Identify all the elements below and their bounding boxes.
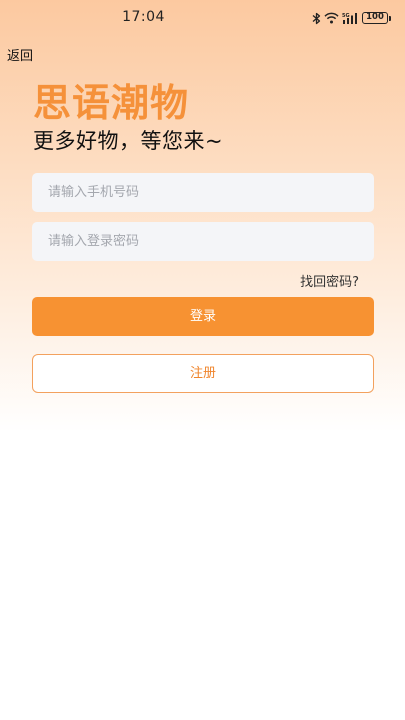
wifi-icon [324,12,339,24]
cellular-signal-icon: 5G [342,12,359,24]
status-bar: 17:04 5G 100 [0,0,405,36]
battery-level: 100 [362,12,388,24]
brand-slogan: 更多好物，等您来~ [33,129,224,153]
bluetooth-icon [312,12,321,25]
battery-icon: 100 [362,12,391,24]
phone-input[interactable] [32,173,374,212]
back-button[interactable]: 返回 [7,45,33,64]
login-button[interactable]: 登录 [32,297,374,336]
status-icons: 5G 100 [312,10,391,26]
forgot-password-link[interactable]: 找回密码? [300,271,359,290]
brand-title: 思语潮物 [33,81,190,125]
password-input[interactable] [32,222,374,261]
status-time: 17:04 [122,9,165,25]
battery-tip [389,15,391,21]
register-button[interactable]: 注册 [32,354,374,393]
